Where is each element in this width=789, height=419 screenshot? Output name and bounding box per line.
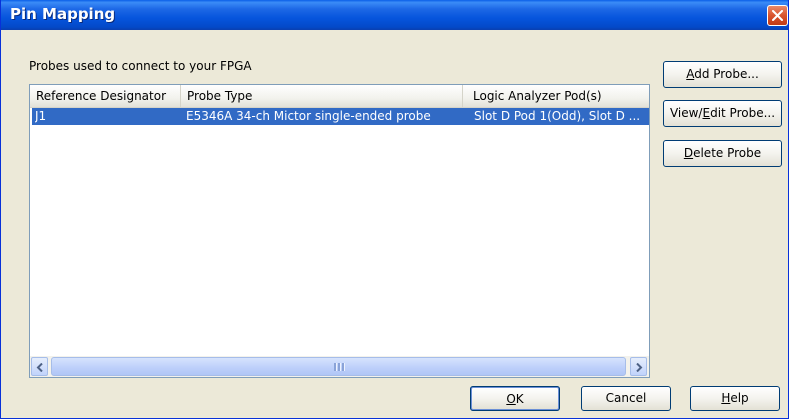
column-header-logic-analyzer-pods[interactable]: Logic Analyzer Pod(s) — [463, 85, 649, 107]
view-edit-probe-button[interactable]: View/Edit Probe... — [663, 100, 782, 127]
chevron-left-icon — [36, 363, 43, 372]
column-header-reference-designator[interactable]: Reference Designator — [30, 85, 181, 107]
scrollbar-thumb[interactable] — [51, 357, 626, 376]
cancel-button[interactable]: Cancel — [581, 386, 671, 411]
chevron-right-icon — [636, 363, 643, 372]
delete-probe-button[interactable]: Delete Probe — [663, 140, 782, 167]
column-header-probe-type[interactable]: Probe Type — [181, 85, 463, 107]
help-button[interactable]: Help — [690, 386, 780, 411]
horizontal-scrollbar[interactable] — [30, 356, 649, 377]
ok-button[interactable]: OK — [470, 386, 560, 411]
scroll-left-button[interactable] — [31, 357, 48, 376]
list-header: Reference Designator Probe Type Logic An… — [30, 85, 649, 108]
close-icon — [772, 10, 783, 21]
title-bar[interactable]: Pin Mapping — [1, 0, 788, 30]
row-logic-analyzer-pods: Slot D Pod 1(Odd), Slot D ... — [474, 109, 641, 123]
pin-mapping-dialog: Pin Mapping Probes used to connect to yo… — [0, 0, 789, 419]
probes-group-label: Probes used to connect to your FPGA — [29, 59, 252, 73]
scrollbar-grip-icon — [334, 363, 345, 371]
table-row[interactable]: J1 E5346A 34-ch Mictor single-ended prob… — [32, 108, 649, 125]
scroll-right-button[interactable] — [630, 357, 647, 376]
row-probe-type: E5346A 34-ch Mictor single-ended probe — [186, 109, 431, 123]
close-button[interactable] — [767, 5, 788, 26]
probes-list[interactable]: Reference Designator Probe Type Logic An… — [29, 84, 650, 378]
dialog-title: Pin Mapping — [10, 5, 116, 23]
row-reference-designator: J1 — [35, 109, 47, 123]
add-probe-button[interactable]: Add Probe... — [663, 61, 782, 88]
